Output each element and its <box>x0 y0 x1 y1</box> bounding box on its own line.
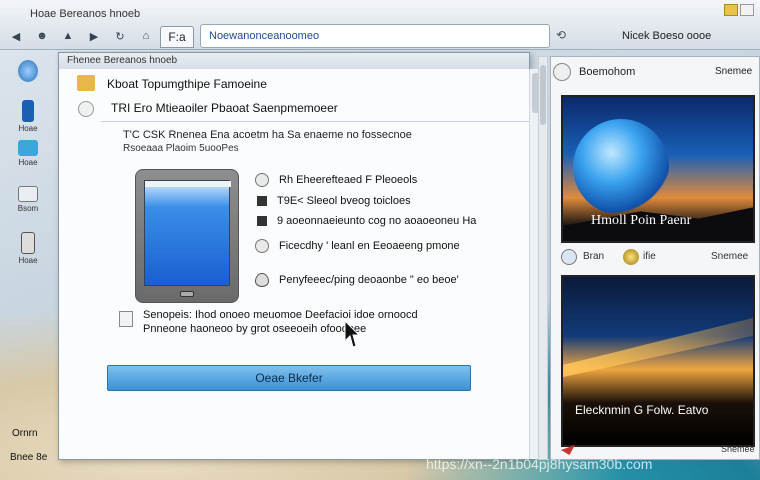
panel-footer: Snemee <box>561 443 755 457</box>
dialog-heading: Kboat Topumgthipe Famoeine <box>107 77 267 91</box>
scrollbar-thumb[interactable] <box>540 65 546 125</box>
footer-text[interactable]: Snemee <box>721 444 755 454</box>
control-label[interactable]: Snemee <box>711 251 748 262</box>
dialog-description-sub: Rsoeaaa Plaoim 5uooPes <box>123 143 239 154</box>
drop-icon[interactable] <box>255 273 269 287</box>
desktop-icon-phone[interactable]: Hoae <box>8 100 48 140</box>
panel-header: Boemohom Snemee <box>551 61 759 85</box>
preview-card[interactable]: Elecknmin G Folw. Eatvo <box>561 275 755 447</box>
file-icon <box>18 186 38 202</box>
circle-icon[interactable] <box>78 101 94 117</box>
note-line: Pnneone haoneoo by grot oseeoeih ofooooe… <box>143 323 367 335</box>
desktop-icon-file[interactable]: Bsom <box>8 186 48 226</box>
option-label: Rh Eheerefteaed F Pleoeols <box>279 174 418 186</box>
desktop-icon-label: Hoae <box>18 124 38 133</box>
tablet-screen <box>144 180 231 286</box>
planet-image <box>573 119 669 215</box>
control-label: ifie <box>643 251 656 262</box>
option-item[interactable]: Rh Eheerefteaed F Pleoeols <box>255 173 417 187</box>
person-icon[interactable]: ☻ <box>34 29 50 43</box>
panel-side-text[interactable]: Snemee <box>715 66 752 77</box>
light-beam-image <box>563 317 753 377</box>
desktop-label: Ornrn <box>12 428 38 439</box>
up-arrow-icon[interactable]: ▲ <box>60 29 76 43</box>
desktop-icon-globe[interactable] <box>8 60 48 100</box>
window-title: Hoae Bereanos hnoeb <box>30 8 141 20</box>
panel-title: Boemohom <box>579 66 636 78</box>
divider <box>101 121 529 122</box>
tablet-illustration <box>135 169 239 303</box>
option-item[interactable]: Penyfeeec/ping deoaonbe " eo beoe' <box>255 273 459 287</box>
card-caption: Elecknmin G Folw. Eatvo <box>575 403 709 417</box>
phone-icon <box>22 100 34 122</box>
dialog-title: Fhenee Bereanos hnoeb <box>59 53 529 69</box>
preview-panel: Boemohom Snemee Hmoll Poin Paenr Bran if… <box>550 56 760 460</box>
square-icon[interactable] <box>257 196 267 206</box>
desktop-icon-label: Hoae <box>18 158 38 167</box>
option-label: T9E< Sleeol bveog toicloes <box>277 195 411 207</box>
option-item[interactable]: 9 aoeonnaeieunto cog no aoaoeoneu Ha <box>255 215 476 227</box>
tab-file[interactable]: F:a <box>160 26 194 48</box>
radio-icon[interactable] <box>255 173 269 187</box>
square-icon[interactable] <box>257 216 267 226</box>
watermark-text: https://xn--2n1b04pj8hysam30b.com <box>426 456 653 472</box>
tablet-status-bar <box>145 181 231 187</box>
open-button[interactable]: Oeae Bkefer <box>107 365 471 391</box>
option-item[interactable]: T9E< Sleeol bveog toicloes <box>255 195 411 207</box>
globe-icon <box>18 60 38 82</box>
note-line: Senopeis: Ihod onoeo meuomoe Deefacioi i… <box>143 309 418 321</box>
tablet-icon <box>21 232 35 254</box>
dialog-side-icons <box>71 73 101 123</box>
dialog-description: T'C CSK Rnenea Ena acoetm ha Sa enaeme n… <box>123 129 412 141</box>
go-icon[interactable]: ⟲ <box>556 28 572 44</box>
desktop-icon-label: Bsom <box>17 204 39 213</box>
drop-icon[interactable] <box>561 249 577 265</box>
desktop-icon-label: Hoae <box>18 256 38 265</box>
desktop-icon-tablet[interactable]: Hoae <box>8 232 48 272</box>
sun-icon[interactable] <box>623 249 639 265</box>
option-label: Ficecdhy ' leanl en Eeoaeeng pmone <box>279 240 460 252</box>
document-icon <box>119 311 133 327</box>
minimize-icon[interactable] <box>724 4 738 16</box>
option-label: 9 aoeonnaeieunto cog no aoaoeoneu Ha <box>277 215 477 227</box>
card-caption: Hmoll Poin Paenr <box>591 213 692 228</box>
right-panel-scrollbar[interactable] <box>538 56 548 460</box>
window-controls <box>724 4 754 16</box>
desktop-label: Bnee 8e <box>10 452 48 463</box>
address-bar[interactable]: Noewanonceanoomeo <box>200 24 550 48</box>
desktop-icon-monitor[interactable]: Hoae <box>8 140 48 180</box>
setup-dialog: Fhenee Bereanos hnoeb Kboat Topumgthipe … <box>58 52 541 460</box>
refresh-icon[interactable]: ↻ <box>112 29 128 43</box>
radio-icon[interactable] <box>255 239 269 253</box>
back-arrow-icon[interactable]: ◀ <box>8 29 24 43</box>
option-item[interactable]: Ficecdhy ' leanl en Eeoaeeng pmone <box>255 239 460 253</box>
monitor-icon <box>18 140 38 156</box>
dialog-subheading: TRI Ero Mtieaoiler Pbaoat Saenpmemoeer <box>111 101 338 115</box>
forward-arrow-icon[interactable]: ▶ <box>86 29 102 43</box>
panel-controls: Bran ifie Snemee <box>561 247 755 269</box>
option-label: Penyfeeec/ping deoaonbe " eo beoe' <box>279 274 459 286</box>
control-label: Bran <box>583 251 605 262</box>
preview-card[interactable]: Hmoll Poin Paenr <box>561 95 755 243</box>
tablet-home-button-icon <box>180 291 194 297</box>
flag-icon[interactable] <box>561 445 575 455</box>
home-icon[interactable]: ⌂ <box>138 29 154 43</box>
toolbar-right-text[interactable]: Nicek Boeso oooe <box>622 30 711 42</box>
browser-toolbar: Hoae Bereanos hnoeb ◀ ☻ ▲ ▶ ↻ ⌂ ☆ F:a No… <box>0 0 760 50</box>
panel-icon[interactable] <box>553 63 571 81</box>
mouse-cursor-icon <box>344 319 359 348</box>
close-icon[interactable] <box>740 4 754 16</box>
folder-icon[interactable] <box>77 75 95 91</box>
